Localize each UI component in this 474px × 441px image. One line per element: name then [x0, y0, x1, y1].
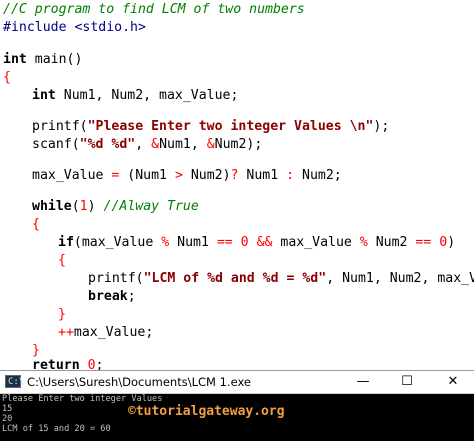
console-line: LCM of 15 and 20 = 60: [2, 424, 111, 434]
console-app-icon: C:\: [5, 375, 24, 388]
keyword-while: while: [32, 199, 72, 214]
code-text: printf(: [88, 271, 144, 286]
open-brace: {: [58, 253, 66, 268]
code-line-20: ++max_Value;: [58, 324, 153, 342]
code-line-11: max_Value = (Num1 > Num2)? Num1 : Num2;: [32, 167, 342, 185]
code-line-2: #include <stdio.h>: [3, 19, 146, 37]
keyword-int: int: [3, 52, 27, 67]
code-text: (max_Value: [73, 235, 162, 250]
operator: :: [286, 168, 295, 183]
code-text: Num2;: [294, 168, 342, 183]
code-text: ,: [135, 137, 152, 152]
preprocessor-directive: #include <stdio.h>: [3, 20, 146, 35]
close-button[interactable]: ✕: [436, 371, 470, 393]
code-text: Num1, Num2, max_Value;: [55, 88, 239, 103]
code-text: max_Value;: [73, 325, 154, 340]
operator: &: [206, 137, 215, 152]
code-text: main(): [26, 52, 83, 67]
keyword-int: int: [32, 88, 56, 103]
keyword-return: return: [32, 358, 80, 371]
code-text: max_Value: [272, 235, 360, 250]
operator: %: [359, 235, 368, 250]
code-text: , Num1, Num2, max_Value);: [326, 271, 474, 286]
maximize-button[interactable]: ☐: [390, 371, 424, 393]
console-title: C:\Users\Suresh\Documents\LCM 1.exe: [27, 375, 251, 389]
code-line-9: scanf("%d %d", &Num1, &Num2);: [32, 136, 262, 154]
code-text: Num1,: [159, 137, 207, 152]
code-text: max_Value: [32, 168, 112, 183]
code-text: ;: [127, 289, 136, 304]
code-text: ): [447, 235, 456, 250]
operator: &: [151, 137, 160, 152]
number-literal: 1: [79, 199, 88, 214]
comment: //Alway True: [103, 199, 199, 214]
watermark: ©tutorialgateway.org: [128, 404, 285, 419]
code-text: Num2): [182, 168, 231, 183]
operator: ==: [216, 235, 233, 250]
keyword-if: if: [58, 235, 74, 250]
operator: %: [161, 235, 170, 250]
code-text: (: [71, 199, 80, 214]
code-line-14: {: [32, 216, 40, 234]
code-line-1: //C program to find LCM of two numbers: [3, 1, 305, 19]
keyword-break: break: [88, 289, 128, 304]
console-line: 15: [2, 404, 13, 414]
string-literal: "LCM of %d and %d = %d": [143, 271, 327, 286]
code-text: (Num1: [119, 168, 175, 183]
number-literal: 0: [87, 358, 96, 371]
code-line-13: while(1) //Alway True: [32, 198, 199, 216]
code-text: Num1: [238, 168, 287, 183]
console-output[interactable]: Please Enter two integer Values 15 20 LC…: [0, 394, 474, 441]
code-line-5: {: [3, 69, 11, 87]
code-line-15: if(max_Value % Num1 == 0 && max_Value % …: [58, 234, 455, 252]
code-line-16: {: [58, 252, 66, 270]
code-text: scanf(: [32, 137, 80, 152]
console-line: Please Enter two integer Values: [2, 394, 163, 404]
code-line-6: int Num1, Num2, max_Value;: [32, 87, 238, 105]
code-line-19: }: [58, 306, 66, 324]
code-text: printf(: [32, 119, 88, 134]
code-text: Num1: [169, 235, 217, 250]
operator: >: [174, 168, 183, 183]
code-text: );: [373, 119, 390, 134]
code-editor[interactable]: //C program to find LCM of two numbers #…: [0, 0, 474, 370]
open-brace: {: [3, 70, 11, 85]
code-line-22: return 0;: [32, 358, 104, 371]
operator: ==: [415, 235, 432, 250]
console-window[interactable]: C:\ C:\Users\Suresh\Documents\LCM 1.exe …: [0, 370, 474, 441]
string-literal: "Please Enter two integer Values \n": [87, 119, 374, 134]
close-brace: }: [32, 343, 40, 358]
string-literal: "%d %d": [79, 137, 136, 152]
operator: &&: [256, 235, 273, 250]
code-line-4: int main(): [3, 51, 82, 69]
code-text: ;: [95, 358, 104, 371]
code-text: Num2);: [214, 137, 263, 152]
minimize-button[interactable]: —: [346, 371, 380, 393]
code-line-8: printf("Please Enter two integer Values …: [32, 118, 389, 136]
number-literal: 0: [439, 235, 448, 250]
console-title-bar[interactable]: C:\ C:\Users\Suresh\Documents\LCM 1.exe …: [0, 371, 474, 394]
console-line: 20: [2, 414, 13, 424]
code-line-17: printf("LCM of %d and %d = %d", Num1, Nu…: [88, 270, 474, 288]
code-line-18: break;: [88, 288, 136, 306]
number-literal: 0: [240, 235, 249, 250]
code-text: ): [87, 199, 104, 214]
code-text: Num2: [367, 235, 416, 250]
open-brace: {: [32, 217, 40, 232]
comment: //C program to find LCM of two numbers: [3, 2, 305, 17]
operator: ++: [58, 325, 74, 340]
close-brace: }: [58, 307, 66, 322]
